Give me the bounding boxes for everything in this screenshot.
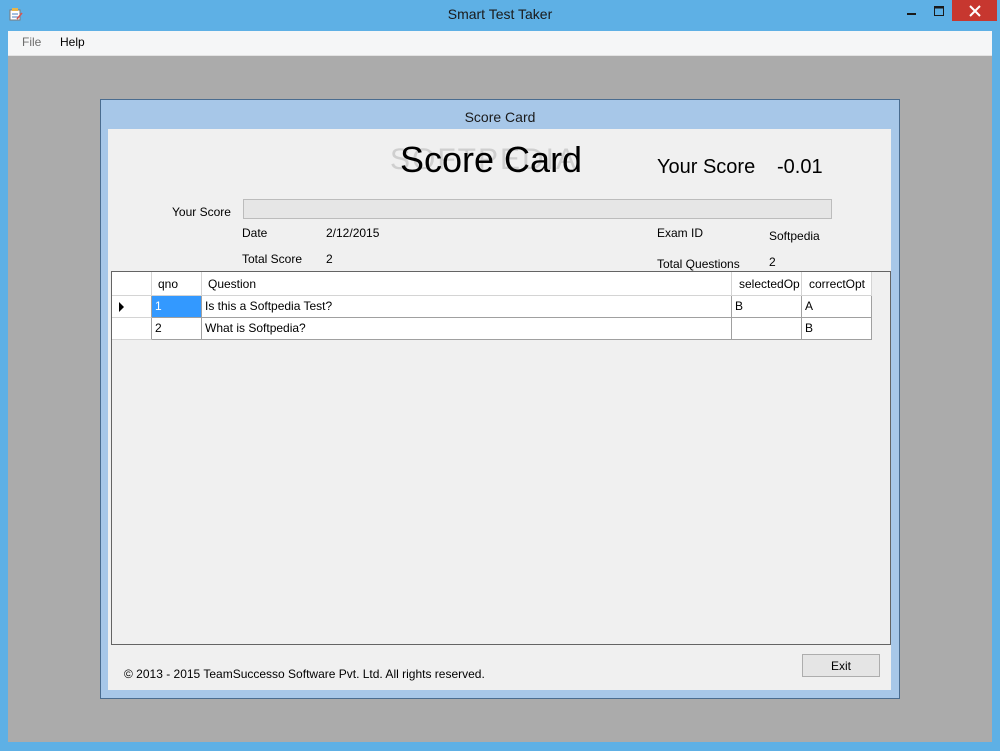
table-cell-question[interactable]: Is this a Softpedia Test? bbox=[202, 296, 732, 318]
table-cell-question[interactable]: What is Softpedia? bbox=[202, 318, 732, 340]
table-cell-qno[interactable]: 2 bbox=[152, 318, 202, 340]
total-questions-value: 2 bbox=[769, 255, 776, 269]
maximize-button[interactable] bbox=[925, 0, 952, 21]
close-button[interactable] bbox=[952, 0, 997, 21]
table-cell-qno[interactable]: 1 bbox=[152, 296, 202, 318]
menu-help[interactable]: Help bbox=[60, 35, 85, 49]
menu-file[interactable]: File bbox=[22, 35, 41, 49]
column-header-selected-option[interactable]: selectedOp bbox=[732, 272, 802, 296]
table-cell-selected-option[interactable]: B bbox=[732, 296, 802, 318]
window-title: Smart Test Taker bbox=[447, 6, 553, 22]
current-row-arrow-icon bbox=[119, 302, 124, 312]
your-score-label: Your Score bbox=[172, 205, 231, 219]
your-score-heading: Your Score bbox=[657, 156, 756, 178]
total-score-value: 2 bbox=[326, 252, 333, 266]
total-score-label: Total Score bbox=[242, 252, 303, 266]
exam-id-label: Exam ID bbox=[657, 226, 704, 240]
date-label: Date bbox=[242, 226, 268, 240]
column-header-question[interactable]: Question bbox=[202, 272, 732, 296]
row-header-2[interactable] bbox=[112, 318, 152, 340]
copyright-text: © 2013 - 2015 TeamSuccesso Software Pvt.… bbox=[124, 667, 485, 681]
score-card-dialog: Score Card SOFTPEDIA Score Card Your Sco… bbox=[100, 99, 900, 699]
column-header-qno[interactable]: qno bbox=[152, 272, 202, 296]
app-window: Smart Test Taker File Help Score Card SO… bbox=[0, 0, 1000, 751]
table-cell-correct-option[interactable]: A bbox=[802, 296, 872, 318]
exam-id-value: Softpedia bbox=[769, 229, 820, 243]
table-cell-selected-option[interactable] bbox=[732, 318, 802, 340]
menu-bar: File Help bbox=[8, 31, 992, 56]
exit-button[interactable]: Exit bbox=[802, 654, 880, 677]
grid-corner-header[interactable] bbox=[112, 272, 152, 296]
minimize-button[interactable] bbox=[898, 0, 925, 21]
results-grid[interactable]: qno Question selectedOp correctOpt 1 Is … bbox=[111, 271, 891, 645]
dialog-client-area: SOFTPEDIA Score Card Your Score -0.01 Yo… bbox=[108, 129, 891, 690]
date-value: 2/12/2015 bbox=[326, 226, 380, 240]
title-bar[interactable]: Smart Test Taker bbox=[0, 0, 1000, 31]
minimize-icon bbox=[906, 12, 916, 15]
table-cell-correct-option[interactable]: B bbox=[802, 318, 872, 340]
maximize-icon bbox=[933, 5, 944, 16]
dialog-title: Score Card bbox=[464, 109, 536, 125]
row-header-1[interactable] bbox=[112, 296, 152, 318]
total-questions-label: Total Questions bbox=[657, 257, 740, 271]
close-icon bbox=[968, 4, 981, 17]
your-score-value: -0.01 bbox=[777, 156, 823, 178]
score-card-heading: Score Card bbox=[400, 139, 583, 180]
score-progress-bar bbox=[243, 199, 832, 219]
column-header-correct-option[interactable]: correctOpt bbox=[802, 272, 872, 296]
